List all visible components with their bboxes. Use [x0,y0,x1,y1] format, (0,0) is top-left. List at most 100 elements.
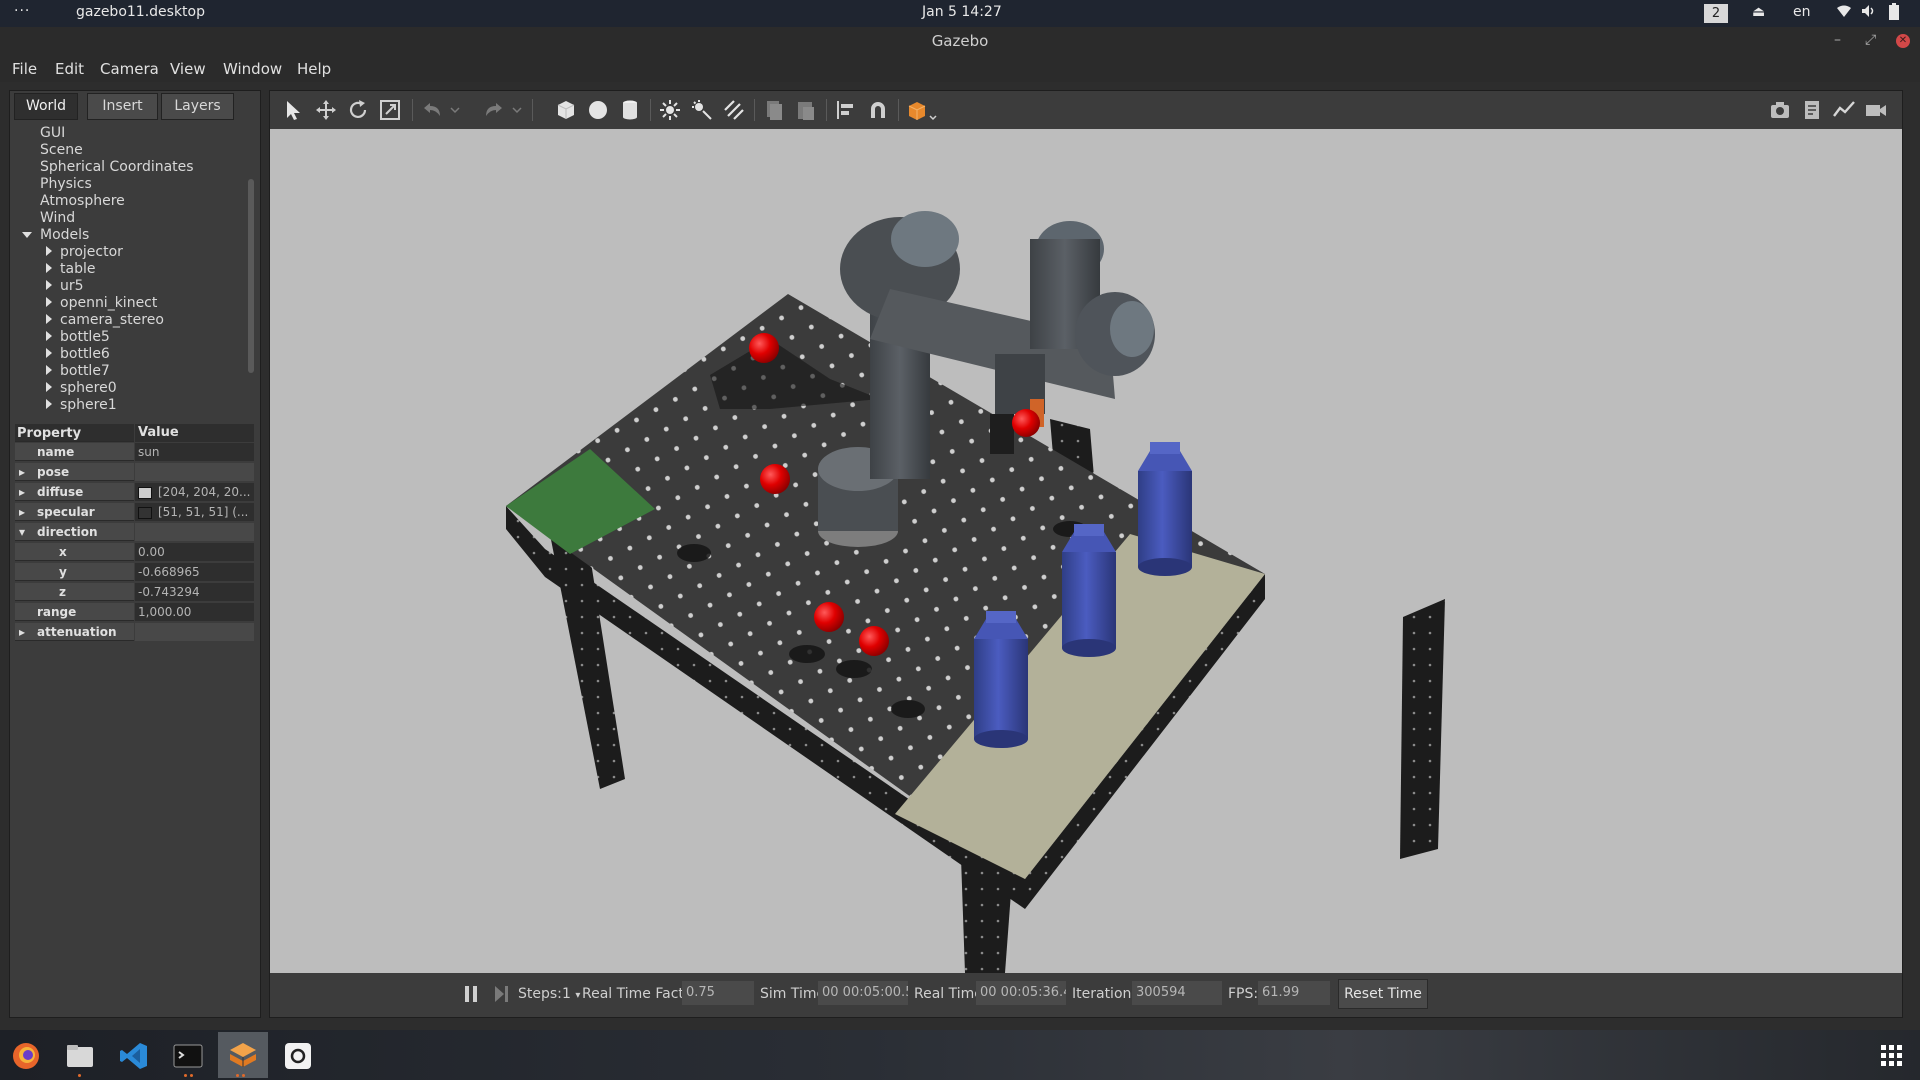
menu-camera[interactable]: Camera [100,60,159,78]
tree-model-ur5[interactable]: ur5 [46,278,84,294]
sphere-object[interactable] [749,333,779,363]
menu-window[interactable]: Window [223,60,282,78]
tree-model-bottle7[interactable]: bottle7 [46,363,110,379]
tree-model-sphere1[interactable]: sphere1 [46,397,117,413]
sphere-icon[interactable] [586,98,610,122]
eject-icon[interactable]: ⏏ [1752,4,1765,20]
tree-item-wind[interactable]: Wind [40,210,75,226]
chevron-down-icon[interactable]: ▾ [575,990,580,1001]
log-icon[interactable] [1800,98,1824,122]
spot-light-icon[interactable] [690,98,714,122]
expand-right-icon[interactable] [46,280,52,290]
cylinder-icon[interactable] [618,98,642,122]
property-row-diffuse[interactable]: ▸ diffuse [204, 204, 20... [15,483,254,502]
keyboard-language[interactable]: en [1793,4,1811,20]
expand-right-icon[interactable]: ▸ [19,505,25,519]
expand-right-icon[interactable]: ▸ [19,625,25,639]
tab-insert[interactable]: Insert [87,93,158,120]
expand-right-icon[interactable] [46,382,52,392]
expand-right-icon[interactable] [46,399,52,409]
expand-down-icon[interactable] [22,232,32,238]
expand-right-icon[interactable] [46,263,52,273]
step-icon[interactable] [494,985,510,1003]
app-grid-icon[interactable] [1876,1040,1908,1072]
box-icon[interactable] [554,98,578,122]
tree-model-table[interactable]: table [46,261,95,277]
tab-world[interactable]: World [14,93,78,120]
property-row-range[interactable]: range 1,000.00 [15,603,254,622]
sphere-object[interactable] [760,464,790,494]
3d-scene-view[interactable] [270,129,1902,973]
tree-model-camera-stereo[interactable]: camera_stereo [46,312,164,328]
focused-app-name[interactable]: gazebo11.desktop [76,4,205,20]
property-value[interactable]: -0.743294 [135,583,254,601]
translate-icon[interactable] [314,98,338,122]
property-row-direction[interactable]: ▾ direction [15,523,254,542]
property-row-specular[interactable]: ▸ specular [51, 51, 51] (... [15,503,254,522]
steps-spinbox[interactable]: 1 ▾ [562,986,580,1002]
directional-light-icon[interactable] [722,98,746,122]
expand-right-icon[interactable] [46,314,52,324]
bottle-object[interactable] [974,611,1028,748]
snap-icon[interactable] [866,98,890,122]
property-row-name[interactable]: name sun [15,443,254,462]
screenshot-tool-icon[interactable] [282,1040,314,1072]
volume-icon[interactable] [1860,3,1876,23]
tree-item-scene[interactable]: Scene [40,142,83,158]
battery-icon[interactable] [1888,3,1900,25]
clock[interactable]: Jan 5 14:27 [922,4,1002,20]
view-angle-icon[interactable] [906,98,940,122]
expand-right-icon[interactable] [46,348,52,358]
tree-item-spherical-coordinates[interactable]: Spherical Coordinates [40,159,194,175]
point-light-icon[interactable] [658,98,682,122]
color-swatch[interactable] [138,506,152,519]
tree-item-physics[interactable]: Physics [40,176,92,192]
expand-right-icon[interactable] [46,365,52,375]
minimize-icon[interactable]: – [1834,32,1841,48]
gazebo-icon[interactable] [227,1040,259,1072]
expand-right-icon[interactable] [46,297,52,307]
align-icon[interactable] [834,98,858,122]
paste-icon[interactable] [794,98,818,122]
tab-layers[interactable]: Layers [161,93,234,120]
sphere-object[interactable] [859,626,889,656]
redo-icon[interactable] [482,98,506,122]
maximize-icon[interactable]: ⤢ [1865,32,1876,48]
expand-right-icon[interactable]: ▸ [19,465,25,479]
close-icon[interactable]: ✕ [1896,34,1910,48]
sphere-object[interactable] [1012,409,1040,437]
vscode-icon[interactable] [118,1040,150,1072]
bottle-object[interactable] [1138,442,1192,576]
menu-help[interactable]: Help [297,60,331,78]
expand-down-icon[interactable]: ▾ [19,525,25,539]
property-value-specular[interactable]: [51, 51, 51] (... [135,503,254,521]
scale-icon[interactable] [378,98,402,122]
property-row-x[interactable]: x 0.00 [15,543,254,562]
property-value[interactable]: -0.668965 [135,563,254,581]
tree-item-gui[interactable]: GUI [40,125,65,141]
tree-model-bottle5[interactable]: bottle5 [46,329,110,345]
chevron-down-icon[interactable] [510,98,524,122]
property-value[interactable]: 1,000.00 [135,603,254,621]
pause-icon[interactable] [464,985,478,1003]
screenshot-icon[interactable] [1768,98,1792,122]
expand-right-icon[interactable]: ▸ [19,485,25,499]
table-model[interactable] [506,294,1445,973]
menu-file[interactable]: File [12,60,37,78]
tree-model-bottle6[interactable]: bottle6 [46,346,110,362]
activities-menu[interactable]: ··· [14,3,30,19]
tree-scrollbar[interactable] [248,179,254,373]
property-value[interactable]: 0.00 [135,543,254,561]
property-row-pose[interactable]: ▸ pose [15,463,254,482]
firefox-icon[interactable] [10,1040,42,1072]
tree-model-projector[interactable]: projector [46,244,123,260]
record-icon[interactable] [1864,98,1888,122]
tree-item-models[interactable]: Models [22,227,89,243]
property-row-y[interactable]: y -0.668965 [15,563,254,582]
chevron-down-icon[interactable] [448,98,462,122]
expand-right-icon[interactable] [46,246,52,256]
wifi-icon[interactable] [1836,3,1852,23]
sphere-object[interactable] [814,602,844,632]
copy-icon[interactable] [762,98,786,122]
property-row-z[interactable]: z -0.743294 [15,583,254,602]
